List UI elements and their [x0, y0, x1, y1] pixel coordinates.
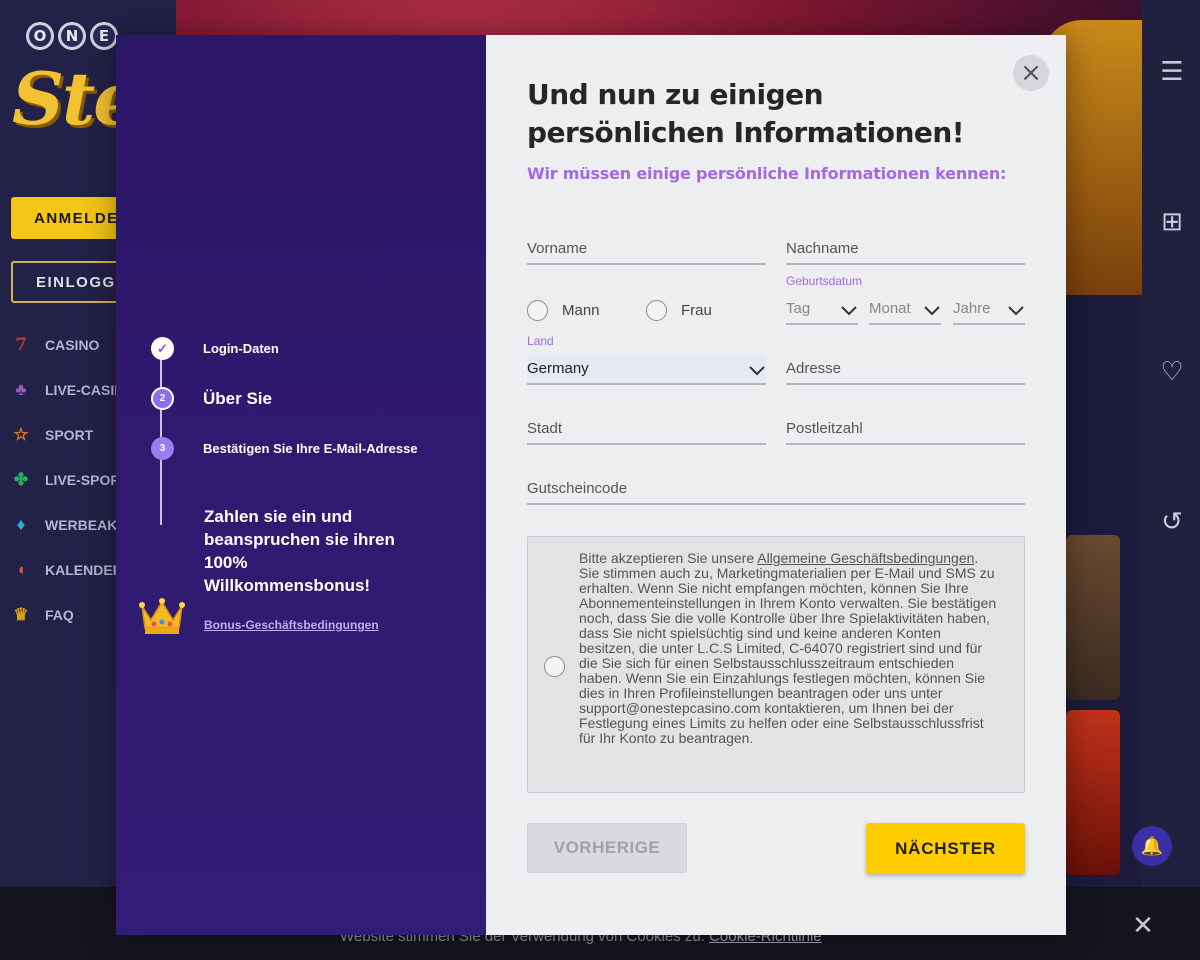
game-tile[interactable]: [1066, 535, 1120, 700]
sidebar-item-label: FAQ: [45, 606, 74, 623]
address-field[interactable]: Adresse: [786, 355, 1025, 385]
filter-icon[interactable]: ☰: [1155, 55, 1189, 89]
form-panel: × Und nun zu einigen persönlichen Inform…: [486, 35, 1066, 935]
close-icon[interactable]: ×: [1013, 55, 1049, 91]
radio-label: Frau: [681, 302, 712, 319]
history-icon[interactable]: ↺: [1155, 505, 1189, 539]
step-label: Bestätigen Sie Ihre E-Mail-Adresse: [203, 441, 418, 456]
bonus-terms-link[interactable]: Bonus-Geschäftsbedingungen: [204, 618, 379, 632]
birth-year-select[interactable]: Jahre: [953, 295, 1025, 325]
city-field[interactable]: Stadt: [527, 415, 766, 445]
postcode-field[interactable]: Postleitzahl: [786, 415, 1025, 445]
step-about-you: 2 Über Sie: [151, 387, 272, 410]
chevron-down-icon: [749, 366, 765, 376]
right-rail: [1142, 0, 1200, 960]
radio-label: Mann: [562, 302, 600, 319]
crown-icon: ♛: [13, 604, 29, 624]
chevron-down-icon: [1008, 306, 1024, 316]
birth-day-select[interactable]: Geburtsdatum Tag: [786, 274, 862, 325]
seven-icon: 7: [15, 334, 27, 355]
gender-male-radio[interactable]: Mann: [527, 300, 600, 321]
bell-icon[interactable]: 🔔: [1132, 826, 1172, 866]
last-name-placeholder: Nachname: [786, 240, 859, 257]
step-label: Über Sie: [203, 388, 272, 408]
sidebar-item-label: SPORT: [45, 426, 94, 443]
terms-box: Bitte akzeptieren Sie unsere Allgemeine …: [527, 536, 1025, 793]
form-title: Und nun zu einigen persönlichen Informat…: [527, 78, 965, 149]
terms-text: Bitte akzeptieren Sie unsere Allgemeine …: [579, 551, 999, 746]
first-name-placeholder: Vorname: [527, 240, 588, 257]
registration-modal: ✓ Login-Daten 2 Über Sie 3 Bestätigen Si…: [116, 35, 1066, 935]
address-placeholder: Adresse: [786, 360, 842, 377]
check-icon: ✓: [151, 337, 174, 360]
step-number: 2: [151, 387, 174, 410]
radio-circle[interactable]: [646, 300, 667, 321]
heart-icon[interactable]: ♡: [1155, 355, 1189, 389]
terms-body: . Sie stimmen auch zu, Marketingmaterial…: [579, 550, 997, 746]
country-select[interactable]: Land Germany: [527, 334, 766, 385]
year-placeholder: Jahre: [953, 300, 991, 317]
country-value: Germany: [527, 360, 589, 377]
step-confirm-email: 3 Bestätigen Sie Ihre E-Mail-Adresse: [151, 437, 418, 460]
radio-circle[interactable]: [527, 300, 548, 321]
sidebar-item-label: CASINO: [45, 336, 100, 353]
month-placeholder: Monat: [869, 300, 911, 317]
form-subtitle: Wir müssen einige persönliche Informatio…: [527, 164, 1007, 183]
birth-month-select[interactable]: Monat: [869, 295, 941, 325]
cookie-close-icon[interactable]: ✕: [1130, 911, 1156, 941]
sidebar-item-label: KALENDER: [45, 561, 123, 578]
diamond-icon: ♦: [16, 514, 26, 534]
gift-icon[interactable]: ⊞: [1155, 205, 1189, 239]
city-placeholder: Stadt: [527, 420, 563, 437]
voucher-field[interactable]: Gutscheincode: [527, 475, 1025, 505]
logo-letter: O: [26, 22, 54, 50]
step-label: Login-Daten: [203, 341, 279, 356]
crown-icon: [139, 598, 185, 634]
star-icon: ☆: [13, 424, 29, 444]
logo-letter: N: [58, 22, 86, 50]
day-placeholder: Tag: [786, 300, 811, 317]
last-name-field[interactable]: Nachname: [786, 235, 1025, 265]
steps-panel: ✓ Login-Daten 2 Über Sie 3 Bestätigen Si…: [116, 35, 486, 935]
next-button[interactable]: NÄCHSTER: [866, 823, 1025, 874]
terms-intro: Bitte akzeptieren Sie unsere: [579, 550, 755, 566]
bonus-text: Zahlen sie ein und beanspruchen sie ihre…: [204, 507, 395, 595]
step-number: 3: [151, 437, 174, 460]
gender-female-radio[interactable]: Frau: [646, 300, 712, 321]
logo-letter: E: [90, 22, 118, 50]
postcode-placeholder: Postleitzahl: [786, 420, 863, 437]
terms-accept-radio[interactable]: [544, 656, 565, 677]
step-login-data: ✓ Login-Daten: [151, 337, 279, 360]
game-tile[interactable]: [1066, 710, 1120, 875]
melon-icon: ◖: [15, 559, 27, 579]
country-label: Land: [527, 334, 554, 348]
previous-button[interactable]: VORHERIGE: [527, 823, 687, 873]
first-name-field[interactable]: Vorname: [527, 235, 766, 265]
terms-link[interactable]: Allgemeine Geschäftsbedingungen: [757, 550, 974, 566]
chevron-down-icon: [841, 306, 857, 316]
clover-icon: ✤: [13, 469, 29, 489]
club-icon: ♣: [15, 379, 27, 399]
birthdate-label: Geburtsdatum: [786, 274, 863, 288]
chevron-down-icon: [924, 306, 940, 316]
voucher-placeholder: Gutscheincode: [527, 480, 628, 497]
